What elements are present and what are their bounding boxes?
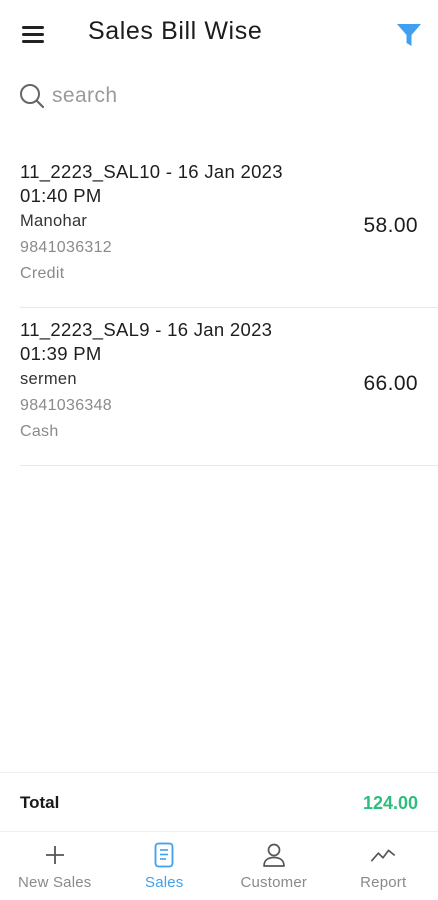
trend-icon (370, 842, 396, 868)
nav-label: New Sales (18, 874, 92, 891)
total-bar: Total 124.00 (0, 772, 438, 832)
bill-amount: 66.00 (363, 372, 418, 395)
bill-phone: 9841036348 (20, 397, 112, 414)
bill-row[interactable]: 11_2223_SAL10 - 16 Jan 2023 01:40 PM Man… (20, 150, 438, 308)
nav-label: Customer (240, 874, 308, 891)
nav-new-sales[interactable]: New Sales (0, 832, 110, 900)
bill-id-date: 11_2223_SAL10 - 16 Jan 2023 01:40 PM (20, 161, 283, 206)
nav-customer[interactable]: Customer (219, 832, 329, 900)
plus-icon (42, 842, 68, 868)
total-value: 124.00 (362, 793, 418, 813)
search-input[interactable] (52, 84, 392, 108)
nav-label: Sales (144, 874, 184, 891)
bill-payment-mode: Cash (20, 423, 59, 440)
bottom-nav: New Sales Sales Customer Report (0, 832, 438, 900)
app-bar: Sales Bill Wise (0, 0, 438, 68)
bill-phone: 9841036312 (20, 239, 112, 256)
menu-icon[interactable] (18, 20, 50, 48)
search-icon (20, 84, 45, 109)
search-bar[interactable] (18, 76, 418, 116)
total-label: Total (20, 793, 60, 812)
filter-icon[interactable] (394, 20, 424, 50)
nav-sales[interactable]: Sales (110, 832, 220, 900)
receipt-icon (151, 842, 177, 868)
nav-report[interactable]: Report (329, 832, 438, 900)
bill-row[interactable]: 11_2223_SAL9 - 16 Jan 2023 01:39 PM serm… (20, 308, 438, 466)
bill-payment-mode: Credit (20, 265, 65, 282)
page-title: Sales Bill Wise (88, 17, 263, 45)
nav-label: Report (360, 874, 407, 891)
bill-id-date: 11_2223_SAL9 - 16 Jan 2023 01:39 PM (20, 319, 273, 364)
bill-amount: 58.00 (363, 214, 418, 237)
person-icon (261, 842, 287, 868)
bill-list: 11_2223_SAL10 - 16 Jan 2023 01:40 PM Man… (20, 150, 438, 466)
